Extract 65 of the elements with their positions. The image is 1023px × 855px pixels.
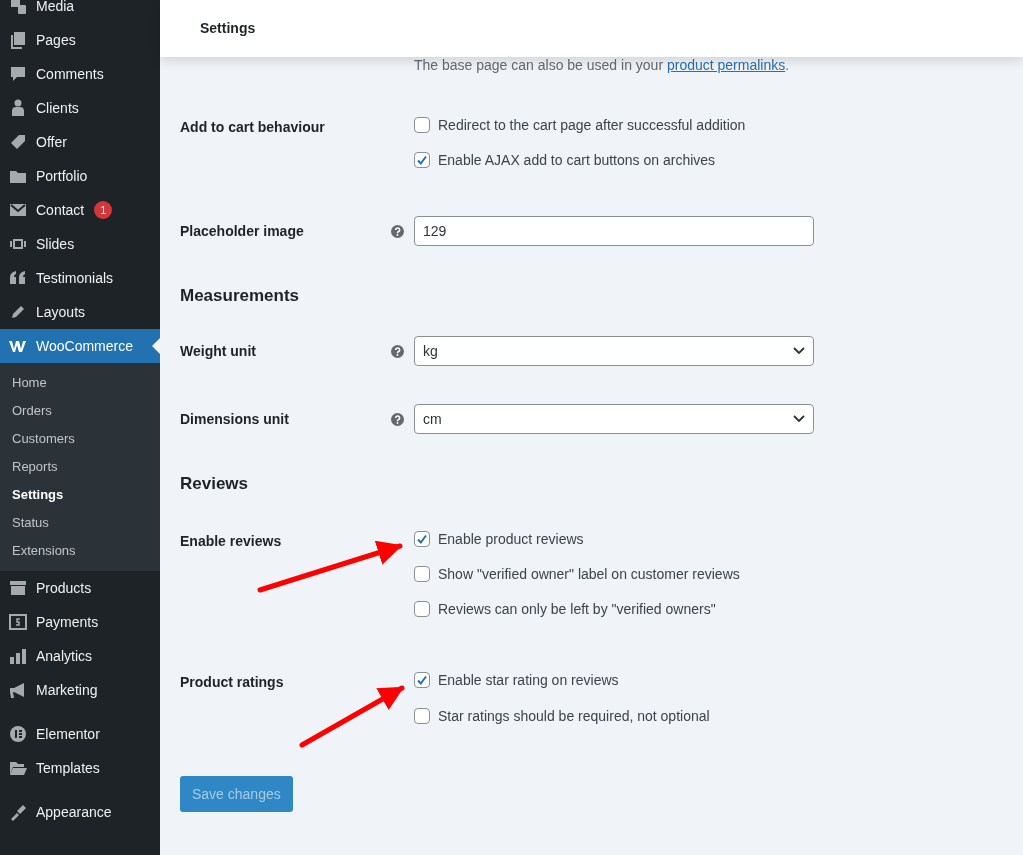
archive-box-icon (8, 578, 28, 598)
sidebar-menu-item[interactable]: Marketing (0, 673, 160, 707)
help-text: The base page can also be used in your product permalinks. (414, 55, 790, 75)
chevron-down-icon (793, 347, 805, 355)
checkbox-option[interactable]: Enable AJAX add to cart buttons on archives (414, 150, 746, 170)
dropdown-select[interactable]: kg (414, 336, 814, 366)
checkbox[interactable] (414, 566, 430, 582)
sidebar-menu-item[interactable]: Templates (0, 751, 160, 785)
sidebar-menu-item[interactable]: Layouts (0, 295, 160, 329)
checkbox-option[interactable]: Star ratings should be required, not optional (414, 706, 710, 726)
checkbox[interactable] (414, 672, 430, 688)
submenu-item[interactable]: Status (0, 509, 160, 537)
submenu-item[interactable]: Customers (0, 425, 160, 453)
field-label: Add to cart behaviour (180, 119, 325, 135)
sidebar-menu-item[interactable]: Portfolio (0, 159, 160, 193)
help-icon[interactable] (391, 344, 404, 358)
elementor-logo-icon (8, 724, 28, 744)
text-input[interactable]: 129 (414, 216, 814, 246)
checkbox[interactable] (414, 708, 430, 724)
page-title: Settings (200, 19, 256, 38)
sidebar-menu-item[interactable]: Offer (0, 125, 160, 159)
sidebar-menu-item[interactable]: WooCommerce (0, 329, 160, 363)
notification-badge: 1 (94, 201, 113, 219)
field-label: Product ratings (180, 674, 284, 690)
checkbox[interactable] (414, 531, 430, 547)
field-label: Dimensions unit (180, 411, 289, 427)
sidebar-menu-item[interactable]: Analytics (0, 639, 160, 673)
sidebar-menu-item[interactable]: Payments (0, 605, 160, 639)
checkbox-option[interactable]: Reviews can only be left by "verified owners" (414, 599, 740, 619)
dropdown-select[interactable]: cm (414, 404, 814, 434)
field-label: Weight unit (180, 343, 256, 359)
sidebar-menu-item[interactable]: Testimonials (0, 261, 160, 295)
section-heading: Reviews (180, 473, 250, 495)
field-label: Placeholder image (180, 223, 304, 239)
sidebar-menu-item[interactable]: Pages (0, 23, 160, 57)
checkbox-option[interactable]: Show "verified owner" label on customer reviews (414, 564, 740, 584)
pages-icon (8, 30, 28, 50)
field-label: Enable reviews (180, 533, 282, 549)
submenu-item[interactable]: Reports (0, 453, 160, 481)
chevron-down-icon (793, 415, 805, 423)
sidebar-menu-item[interactable]: Clients (0, 91, 160, 125)
checkbox-option[interactable]: Redirect to the cart page after successful addition (414, 115, 746, 135)
speech-bubble-icon (8, 64, 28, 84)
section-heading: Measurements (180, 285, 301, 307)
dollar-icon (8, 612, 28, 632)
sidebar-menu-item[interactable]: Media (0, 0, 160, 23)
help-icon[interactable] (391, 412, 404, 426)
submenu-item[interactable]: Home (0, 369, 160, 397)
checkbox-option[interactable]: Enable star rating on reviews (414, 670, 710, 690)
bar-chart-icon (8, 646, 28, 666)
sidebar-menu-item[interactable]: Comments (0, 57, 160, 91)
sidebar-menu-item[interactable]: Contact 1 (0, 193, 160, 227)
submenu-item[interactable]: Settings (0, 481, 160, 509)
submenu-item[interactable]: Extensions (0, 537, 160, 565)
checkbox-option[interactable]: Enable product reviews (414, 529, 740, 549)
active-pointer (152, 338, 160, 354)
checkbox[interactable] (414, 601, 430, 617)
sidebar-menu-item[interactable]: Products (0, 571, 160, 605)
sidebar-menu-item[interactable]: Elementor (0, 717, 160, 751)
checkbox[interactable] (414, 117, 430, 133)
sidebar-menu-item[interactable]: Slides (0, 227, 160, 261)
help-icon[interactable] (391, 224, 404, 238)
sidebar-menu-item[interactable]: Appearance (0, 795, 160, 829)
checkbox[interactable] (414, 152, 430, 168)
submenu-item[interactable]: Orders (0, 397, 160, 425)
